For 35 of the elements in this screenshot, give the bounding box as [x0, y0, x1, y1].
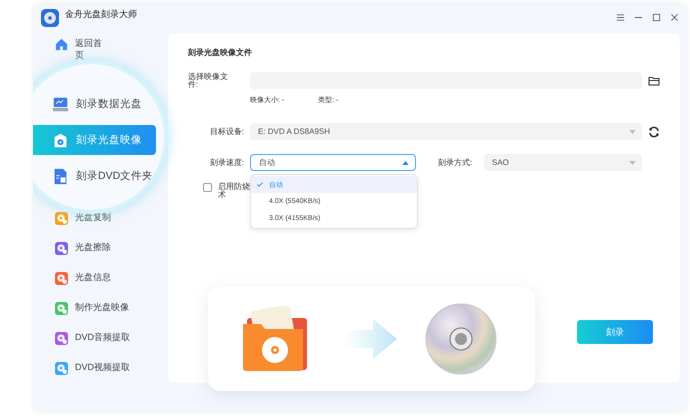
- field-label: 选择映像文件:: [188, 72, 229, 88]
- sidebar-item[interactable]: 光盘复制: [55, 211, 111, 235]
- app-title: 金舟光盘刻录大师: [65, 9, 138, 20]
- refresh-icon[interactable]: [648, 126, 660, 138]
- sidebar-item[interactable]: DVD音频提取: [55, 331, 130, 355]
- sidebar-item[interactable]: 光盘信息: [55, 271, 111, 295]
- menu-icon[interactable]: [616, 13, 625, 22]
- section-heading: 刻录光盘映像文件: [188, 47, 253, 58]
- close-icon[interactable]: [670, 13, 679, 22]
- speed-select[interactable]: 自动: [250, 154, 416, 171]
- computer-icon: [52, 96, 69, 112]
- sidebar-item[interactable]: 返回首页: [55, 37, 105, 61]
- field-label: 刻录方式:: [438, 157, 474, 168]
- folder-icon[interactable]: [648, 74, 660, 86]
- sidebar-item[interactable]: 制作光盘映像: [55, 301, 129, 325]
- sidebar-item[interactable]: 刻录数据光盘: [33, 89, 156, 119]
- sidebar-item[interactable]: 刻录DVD文件夹: [33, 161, 156, 191]
- folder-drawing: [241, 306, 307, 372]
- field-label: 目标设备:: [208, 126, 244, 137]
- maximize-icon[interactable]: [652, 13, 661, 22]
- sidebar-item[interactable]: 光盘擦除: [55, 241, 111, 265]
- checkbox-label: 启用防烧术: [218, 183, 251, 199]
- field-label: 刻录速度:: [208, 157, 244, 168]
- mode-select[interactable]: SAO: [484, 154, 642, 171]
- caret-icon: [402, 160, 409, 164]
- checkbox[interactable]: [203, 183, 212, 192]
- caret-icon: [629, 130, 636, 134]
- cd-disc-drawing: [425, 303, 497, 375]
- disc-box-icon: [52, 132, 69, 148]
- file-icon: [52, 168, 69, 184]
- caret-icon: [629, 160, 636, 164]
- app-logo-icon: [41, 9, 59, 27]
- sidebar-item[interactable]: DVD视频提取: [55, 361, 130, 383]
- device-select[interactable]: E: DVD A DS8A9SH: [250, 123, 642, 140]
- check-icon: [257, 182, 263, 187]
